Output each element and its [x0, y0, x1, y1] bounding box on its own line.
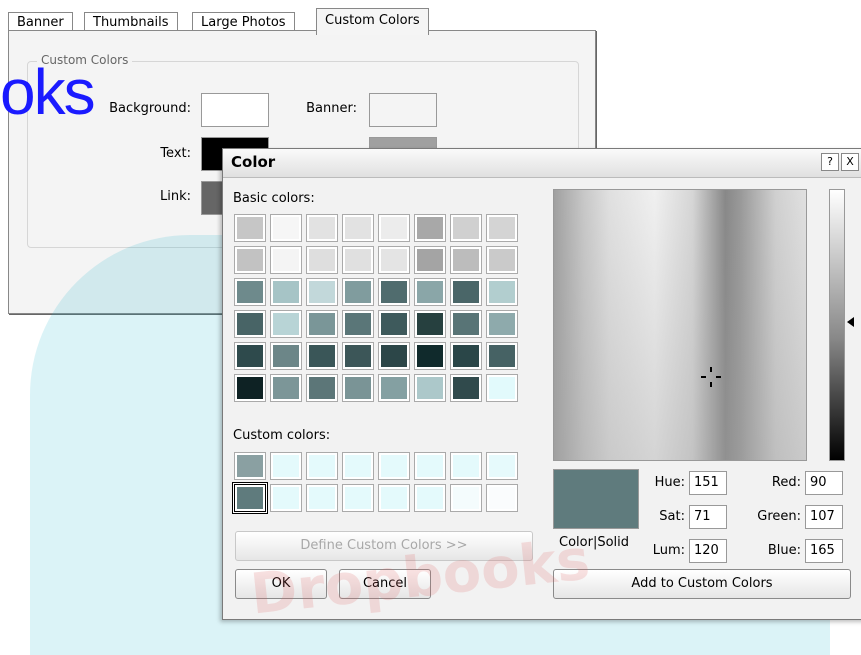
custom-colors-label: Custom colors:: [233, 428, 331, 443]
blue-field[interactable]: 165: [805, 539, 843, 563]
custom-color-swatch[interactable]: [307, 485, 337, 511]
basic-color-swatch[interactable]: [307, 279, 337, 305]
basic-color-swatch[interactable]: [451, 343, 481, 369]
basic-color-swatch[interactable]: [343, 247, 373, 273]
banner-label: Banner:: [306, 101, 357, 116]
crosshair-icon: [701, 367, 721, 387]
custom-color-swatch[interactable]: [451, 485, 481, 511]
basic-color-swatch[interactable]: [487, 279, 517, 305]
color-preview: [553, 469, 639, 529]
red-field[interactable]: 90: [805, 471, 843, 495]
background-label: Background:: [109, 101, 191, 116]
basic-color-swatch[interactable]: [307, 311, 337, 337]
basic-color-swatch[interactable]: [487, 247, 517, 273]
hue-label: Hue:: [654, 475, 685, 490]
custom-color-swatch[interactable]: [235, 485, 265, 511]
sat-label: Sat:: [659, 509, 685, 524]
lum-label: Lum:: [652, 543, 685, 558]
luminance-slider[interactable]: [829, 189, 845, 461]
dialog-titlebar[interactable]: Color ? X: [223, 149, 861, 178]
basic-color-swatch[interactable]: [343, 375, 373, 401]
custom-color-swatch[interactable]: [415, 485, 445, 511]
basic-color-swatch[interactable]: [271, 247, 301, 273]
basic-color-swatch[interactable]: [235, 279, 265, 305]
basic-color-swatch[interactable]: [271, 375, 301, 401]
basic-color-swatch[interactable]: [379, 311, 409, 337]
basic-color-swatch[interactable]: [487, 343, 517, 369]
basic-color-swatch[interactable]: [343, 311, 373, 337]
custom-color-swatch[interactable]: [307, 453, 337, 479]
basic-color-swatch[interactable]: [343, 343, 373, 369]
basic-color-swatch[interactable]: [235, 247, 265, 273]
basic-color-swatch[interactable]: [451, 215, 481, 241]
help-button[interactable]: ?: [821, 153, 839, 171]
basic-color-swatch[interactable]: [451, 247, 481, 273]
basic-color-swatch[interactable]: [451, 311, 481, 337]
custom-color-swatch[interactable]: [271, 453, 301, 479]
basic-color-swatch[interactable]: [307, 247, 337, 273]
color-spectrum[interactable]: [553, 189, 807, 461]
green-field[interactable]: 107: [805, 505, 843, 529]
basic-color-swatch[interactable]: [379, 215, 409, 241]
custom-color-swatch[interactable]: [379, 453, 409, 479]
custom-color-swatch[interactable]: [379, 485, 409, 511]
sat-field[interactable]: 71: [689, 505, 727, 529]
lum-field[interactable]: 120: [689, 539, 727, 563]
basic-color-swatch[interactable]: [343, 215, 373, 241]
custom-color-swatch[interactable]: [415, 453, 445, 479]
close-button[interactable]: X: [841, 153, 859, 171]
basic-color-swatch[interactable]: [415, 311, 445, 337]
basic-color-swatch[interactable]: [379, 375, 409, 401]
background-swatch[interactable]: [201, 93, 269, 127]
dialog-title: Color: [231, 153, 276, 171]
custom-color-swatch[interactable]: [235, 453, 265, 479]
luminance-arrow-icon[interactable]: [847, 317, 854, 327]
basic-color-swatch[interactable]: [379, 247, 409, 273]
basic-color-swatch[interactable]: [235, 375, 265, 401]
basic-color-swatch[interactable]: [451, 375, 481, 401]
green-label: Green:: [757, 509, 801, 524]
basic-color-swatch[interactable]: [487, 375, 517, 401]
basic-color-swatch[interactable]: [235, 215, 265, 241]
link-swatch[interactable]: [201, 181, 223, 215]
basic-color-swatch[interactable]: [451, 279, 481, 305]
basic-color-swatch[interactable]: [487, 215, 517, 241]
tab-custom-colors[interactable]: Custom Colors: [316, 8, 429, 35]
basic-color-swatch[interactable]: [415, 215, 445, 241]
basic-colors-label: Basic colors:: [233, 191, 315, 206]
basic-color-swatch[interactable]: [415, 343, 445, 369]
basic-color-swatch[interactable]: [379, 279, 409, 305]
text-label: Text:: [160, 146, 191, 161]
custom-color-swatch[interactable]: [451, 453, 481, 479]
basic-color-swatch[interactable]: [271, 279, 301, 305]
basic-color-swatch[interactable]: [307, 343, 337, 369]
add-to-custom-colors-button[interactable]: Add to Custom Colors: [553, 569, 851, 599]
basic-color-swatch[interactable]: [307, 375, 337, 401]
basic-color-swatch[interactable]: [415, 279, 445, 305]
basic-color-swatch[interactable]: [307, 215, 337, 241]
blue-label: Blue:: [767, 543, 801, 558]
custom-color-swatch[interactable]: [271, 485, 301, 511]
red-label: Red:: [771, 475, 801, 490]
basic-color-swatch[interactable]: [379, 343, 409, 369]
custom-color-swatch[interactable]: [343, 485, 373, 511]
banner-swatch[interactable]: [369, 93, 437, 127]
basic-color-swatch[interactable]: [235, 343, 265, 369]
basic-color-swatch[interactable]: [235, 311, 265, 337]
custom-color-swatch[interactable]: [343, 453, 373, 479]
basic-color-swatch[interactable]: [271, 311, 301, 337]
link-label: Link:: [159, 189, 191, 204]
custom-color-swatch[interactable]: [487, 485, 517, 511]
basic-color-swatch[interactable]: [415, 375, 445, 401]
custom-color-swatch[interactable]: [487, 453, 517, 479]
hue-field[interactable]: 151: [689, 471, 727, 495]
basic-color-swatch[interactable]: [487, 311, 517, 337]
basic-color-swatch[interactable]: [343, 279, 373, 305]
overlay-logo-text: oks: [0, 56, 96, 128]
basic-color-swatch[interactable]: [271, 343, 301, 369]
basic-color-swatch[interactable]: [271, 215, 301, 241]
basic-color-swatch[interactable]: [415, 247, 445, 273]
